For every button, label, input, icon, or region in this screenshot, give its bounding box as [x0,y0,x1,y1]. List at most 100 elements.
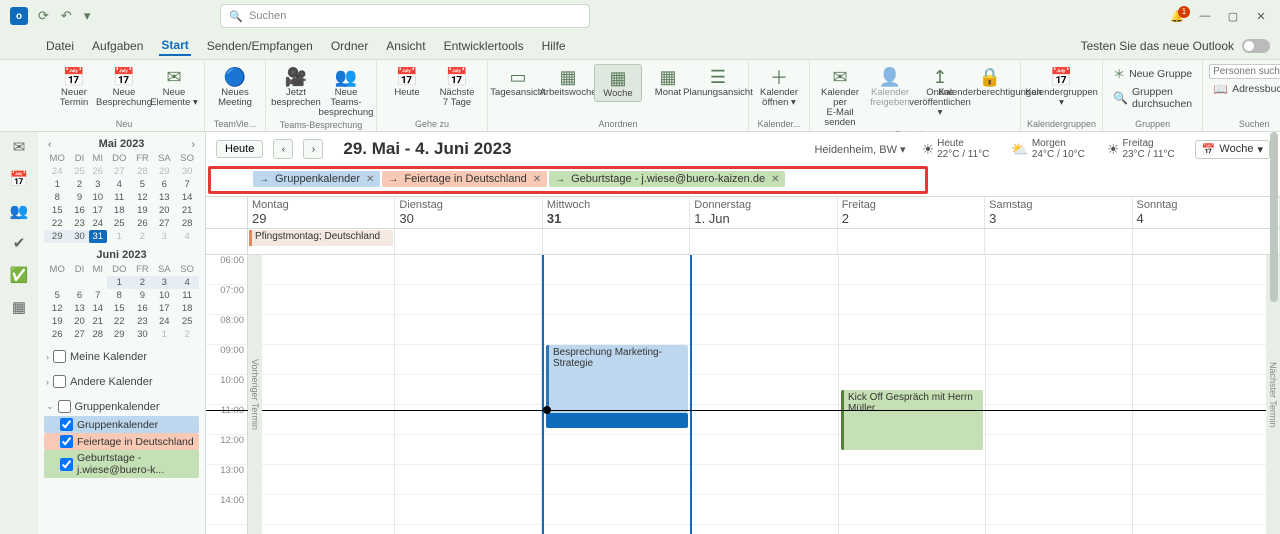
calendar-event[interactable]: Besprechung Marketing-Strategie [546,345,688,413]
date-cell[interactable]: 3 [89,178,107,191]
allday-event[interactable]: Pfingstmontag; Deutschland [249,230,393,246]
calendar-section-header[interactable]: › Meine Kalender [44,347,199,366]
prev-appointment-handle[interactable]: Vorheriger Termin [248,255,262,534]
date-cell[interactable]: 4 [175,230,199,243]
ribbon-neue-besprechung[interactable]: 📅NeueBesprechung [100,64,148,110]
date-cell[interactable]: 10 [89,191,107,204]
day-column[interactable] [395,255,542,534]
date-cell[interactable]: 29 [153,165,175,178]
date-cell[interactable]: 26 [44,328,70,341]
date-cell[interactable]: 6 [70,289,88,302]
rail-icon-2[interactable]: 👥 [10,202,29,220]
calendar-event[interactable] [546,413,688,428]
prev-week-button[interactable]: ‹ [273,139,293,159]
menu-hilfe[interactable]: Hilfe [540,37,568,55]
menu-ordner[interactable]: Ordner [329,37,370,55]
day-column[interactable] [986,255,1133,534]
date-cell[interactable]: 28 [132,165,154,178]
allday-cell[interactable] [690,229,837,254]
ribbon-woche[interactable]: ▦Woche [594,64,642,102]
date-cell[interactable] [70,276,88,289]
date-cell[interactable]: 3 [153,230,175,243]
day-column[interactable]: Besprechung Marketing-Strategie [542,255,692,534]
day-header[interactable]: Freitag2 [838,197,985,228]
date-cell[interactable]: 26 [89,165,107,178]
date-cell[interactable]: 28 [175,217,199,230]
date-cell[interactable]: 1 [153,328,175,341]
ribbon-tagesansicht[interactable]: ▭Tagesansicht [494,64,542,102]
ribbon-neue-teams--besprechung[interactable]: 👥Neue Teams-besprechung [322,64,370,120]
day-column[interactable] [1133,255,1280,534]
date-cell[interactable] [44,276,70,289]
toggle-switch[interactable] [1242,39,1270,53]
date-cell[interactable]: 3 [153,276,175,289]
day-header[interactable]: Mittwoch31 [543,197,690,228]
ribbon-jetzt-besprechen[interactable]: 🎥Jetztbesprechen [272,64,320,120]
day-header[interactable]: Samstag3 [985,197,1132,228]
menu-entwicklertools[interactable]: Entwicklertools [442,37,526,55]
date-cell[interactable]: 17 [89,204,107,217]
next-week-button[interactable]: › [303,139,323,159]
prev-month[interactable]: ‹ [48,139,51,150]
menu-datei[interactable]: Datei [44,37,76,55]
date-cell[interactable] [89,276,107,289]
date-cell[interactable]: 4 [175,276,199,289]
date-cell[interactable]: 14 [89,302,107,315]
date-cell[interactable]: 30 [70,230,88,243]
rail-icon-3[interactable]: ✔ [13,234,26,252]
date-cell[interactable]: 4 [107,178,132,191]
date-cell[interactable]: 31 [89,230,107,243]
ribbon-neue-elemente-▾[interactable]: ✉NeueElemente ▾ [150,64,198,110]
date-cell[interactable]: 18 [107,204,132,217]
date-cell[interactable]: 22 [44,217,70,230]
try-new-outlook-toggle[interactable]: Testen Sie das neue Outlook [1079,37,1280,55]
rail-icon-1[interactable]: 📅 [10,170,29,188]
ribbon-neuer-termin[interactable]: 📅NeuerTermin [50,64,98,110]
date-cell[interactable]: 5 [44,289,70,302]
close-tab-icon[interactable]: ✕ [533,174,541,185]
date-cell[interactable]: 25 [70,165,88,178]
allday-cell[interactable] [838,229,985,254]
rail-icon-4[interactable]: ✅ [10,266,29,284]
ribbon-kalender-öffnen-▾[interactable]: ＋Kalenderöffnen ▾ [755,64,803,110]
date-cell[interactable]: 11 [107,191,132,204]
date-cell[interactable]: 25 [107,217,132,230]
date-cell[interactable]: 1 [107,230,132,243]
date-cell[interactable]: 15 [44,204,70,217]
date-cell[interactable]: 14 [175,191,199,204]
ribbon-link-neue-gruppe[interactable]: ＊Neue Gruppe [1109,64,1196,83]
view-selector[interactable]: 📅 Woche ▾ [1195,140,1270,159]
date-cell[interactable]: 27 [153,217,175,230]
date-cell[interactable]: 9 [132,289,154,302]
menu-ansicht[interactable]: Ansicht [384,37,427,55]
calendar-checkbox[interactable] [60,418,73,431]
ribbon-link-adressbuch[interactable]: 📖Adressbuch [1209,81,1280,97]
day-header[interactable]: Montag29 [248,197,395,228]
menu-aufgaben[interactable]: Aufgaben [90,37,145,55]
date-cell[interactable]: 17 [153,302,175,315]
date-cell[interactable]: 22 [107,315,132,328]
date-cell[interactable]: 13 [153,191,175,204]
ribbon-neues-meeting[interactable]: 🔵NeuesMeeting [211,64,259,110]
day-header[interactable]: Dienstag30 [395,197,542,228]
date-cell[interactable]: 15 [107,302,132,315]
date-cell[interactable]: 27 [70,328,88,341]
ribbon-planungsansicht[interactable]: ☰Planungsansicht [694,64,742,102]
ribbon-kalender-per-e-mail-senden[interactable]: ✉Kalender perE-Mail senden [816,64,864,130]
date-cell[interactable]: 24 [89,217,107,230]
rail-icon-5[interactable]: ▦ [12,298,26,316]
date-cell[interactable]: 19 [132,204,154,217]
date-cell[interactable]: 16 [70,204,88,217]
calendar-checkbox[interactable] [60,435,73,448]
date-cell[interactable]: 21 [175,204,199,217]
date-cell[interactable]: 8 [107,289,132,302]
day-header[interactable]: Sonntag4 [1133,197,1280,228]
section-checkbox[interactable] [53,350,66,363]
calendar-tab[interactable]: →Geburtstage - j.wiese@buero-kaizen.de✕ [549,171,785,187]
allday-cell[interactable] [1133,229,1280,254]
calendar-tab[interactable]: →Feiertage in Deutschland✕ [382,171,547,187]
menu-senden/empfangen[interactable]: Senden/Empfangen [205,37,315,55]
date-cell[interactable]: 19 [44,315,70,328]
section-checkbox[interactable] [58,400,71,413]
date-cell[interactable]: 10 [153,289,175,302]
